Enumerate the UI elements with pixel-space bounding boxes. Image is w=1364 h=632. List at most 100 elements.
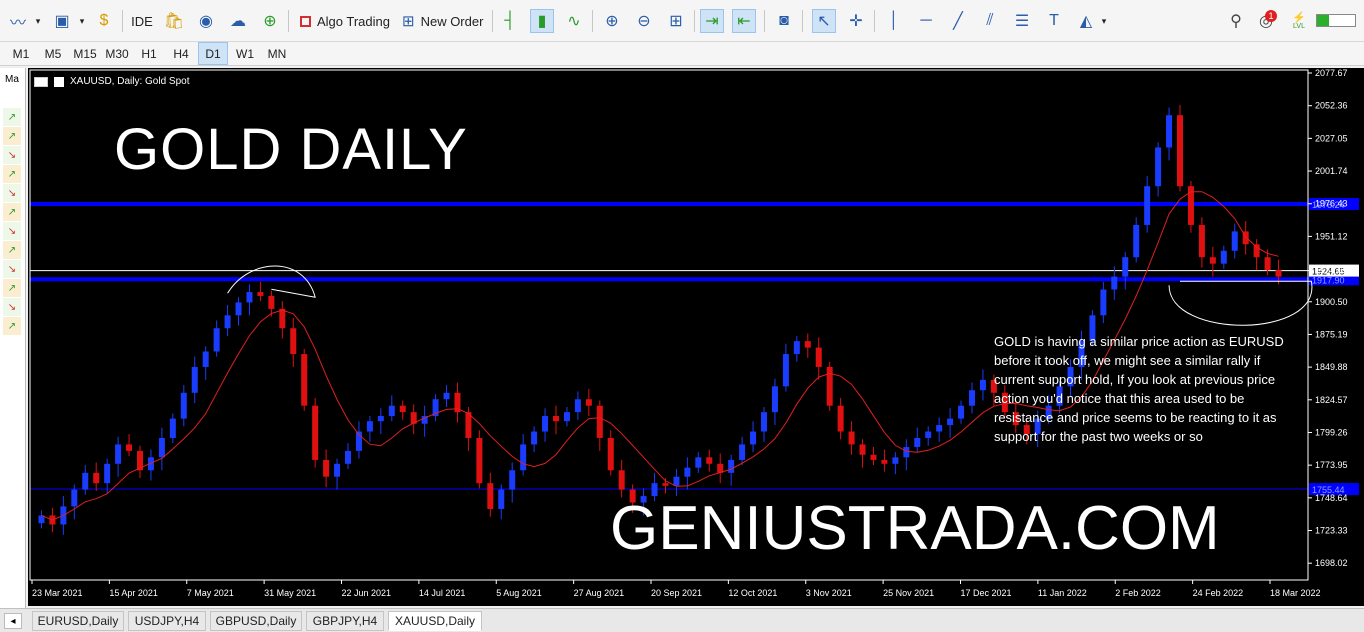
candle-body [301,354,308,406]
x-tick-label: 25 Nov 2021 [883,588,934,598]
tf-h4[interactable]: H4 [166,42,196,65]
tf-m1[interactable]: M1 [6,42,36,65]
dollar-icon[interactable]: $ [92,9,116,33]
candle-body [739,444,746,460]
vps-icon[interactable]: ⊕ [258,9,282,33]
symbol-trend-icon[interactable]: ↗ [3,279,21,297]
candle-body [520,444,527,471]
candle-body [1177,115,1183,187]
candle-body [958,405,965,419]
x-tick-label: 2 Feb 2022 [1115,588,1161,598]
trendline-icon[interactable]: ╱ [946,9,970,33]
x-tick-label: 31 May 2021 [264,588,316,598]
tab-gbpjpy-h4[interactable]: GBPJPY,H4 [306,611,384,631]
candle-body [771,386,778,413]
x-tick-label: 12 Oct 2021 [728,588,777,598]
ide-button[interactable]: IDE [128,9,156,33]
chart-shift-icon[interactable]: ⇤ [732,9,756,33]
line-icon[interactable]: ∿ [562,9,586,33]
chart-window[interactable]: 1976.24 1917.90 1755.44 1924.65 2077.67 2052… [28,68,1364,606]
cursor-icon[interactable]: ↖ [812,9,836,33]
algo-trading-label: Algo Trading [317,13,390,29]
symbol-trend-icon[interactable]: ↗ [3,108,21,126]
tf-m15[interactable]: M15 [70,42,100,65]
y-tick-label: 1723.33 [1315,526,1348,536]
chart-header: XAUUSD, Daily: Gold Spot [34,76,190,87]
candle-body [158,437,165,458]
y-tick-label: 1951.12 [1315,231,1348,241]
chart-templates-icon[interactable]: ▣ [50,9,74,33]
fibonacci-icon[interactable]: ☰ [1010,9,1034,33]
screenshot-icon[interactable]: ◙ [772,9,796,33]
zoom-in-icon[interactable]: ⊕ [600,9,624,33]
symbol-trend-icon[interactable]: ↘ [3,298,21,316]
shapes-icon[interactable]: ◭ [1074,9,1098,33]
candle-body [279,308,286,329]
tab-gbpusd-daily[interactable]: GBPUSD,Daily [210,611,302,631]
chevron-down-icon[interactable]: ▾ [76,9,88,33]
tab-xauusd-daily[interactable]: XAUUSD,Daily [388,611,482,631]
tab-eurusd-daily[interactable]: EURUSD,Daily [32,611,124,631]
candle-body [673,476,680,486]
x-tick-label: 3 Nov 2021 [806,588,852,598]
shopping-bag-icon[interactable]: 🛍 [162,9,186,33]
candle-body [695,457,702,468]
y-tick-label: 2052.36 [1315,101,1348,111]
vertical-line-icon[interactable]: │ [882,9,906,33]
new-order-button[interactable]: ⊞ New Order [398,9,487,33]
candle-body [542,416,549,432]
tab-usdjpy-h4[interactable]: USDJPY,H4 [128,611,206,631]
y-tick-label: 2001.74 [1315,166,1348,176]
symbol-trend-icon[interactable]: ↘ [3,260,21,278]
tf-mn[interactable]: MN [262,42,292,65]
tab-scroll-icon[interactable]: ◂ [4,613,22,629]
bar-chart-icon[interactable]: ┤ [498,9,522,33]
candlestick-icon[interactable]: ▮ [530,9,554,33]
symbol-trend-icon[interactable]: ↘ [3,146,21,164]
tf-w1[interactable]: W1 [230,42,260,65]
symbol-trend-icon[interactable]: ↗ [3,165,21,183]
x-tick-label: 11 Jan 2022 [1038,588,1087,598]
tf-d1[interactable]: D1 [198,42,228,65]
chevron-down-icon[interactable]: ▾ [1098,9,1110,33]
annotation-circle [1168,280,1313,326]
candle-body [377,416,384,422]
symbol-trend-icon[interactable]: ↗ [3,127,21,145]
candle-body [1166,115,1173,148]
text-icon[interactable]: T [1042,9,1066,33]
line-chart-icon[interactable]: 〰 [6,9,30,33]
tf-m5[interactable]: M5 [38,42,68,65]
channel-icon[interactable]: ⫽ [978,9,1002,33]
symbol-trend-icon[interactable]: ↗ [3,317,21,335]
algo-trading-button[interactable]: Algo Trading [296,9,394,33]
autoscroll-icon[interactable]: ⇥ [700,9,724,33]
y-tick-label: 1924.65 [1315,266,1348,276]
candle-body [815,347,822,367]
x-tick-label: 15 Apr 2021 [109,588,158,598]
y-tick-label: 1900.50 [1315,297,1348,307]
y-tick-label: 1748.64 [1315,493,1348,503]
candle-body [268,295,275,309]
horizontal-line-icon[interactable]: ─ [914,9,938,33]
symbol-trend-icon[interactable]: ↘ [3,184,21,202]
bars-icon [54,76,64,87]
cloud-icon[interactable]: ☁ [226,9,250,33]
grid-icon[interactable]: ⊞ [664,9,688,33]
candle-body [180,392,187,419]
candle-body [662,483,669,486]
tf-m30[interactable]: M30 [102,42,132,65]
crosshair-icon[interactable]: ✛ [844,9,868,33]
candle-body [509,470,516,490]
candle-body [914,437,921,448]
chevron-down-icon[interactable]: ▾ [32,9,44,33]
symbol-trend-icon[interactable]: ↗ [3,203,21,221]
tf-h1[interactable]: H1 [134,42,164,65]
candle-body [487,483,494,509]
symbol-trend-icon[interactable]: ↘ [3,222,21,240]
symbol-trend-icon[interactable]: ↗ [3,241,21,259]
commentary-text: GOLD is having a similar price action as… [994,334,1284,444]
search-icon[interactable]: ⚲ [1224,9,1248,33]
candle-body [531,431,538,445]
signal-icon[interactable]: ◉ [194,9,218,33]
zoom-out-icon[interactable]: ⊖ [632,9,656,33]
